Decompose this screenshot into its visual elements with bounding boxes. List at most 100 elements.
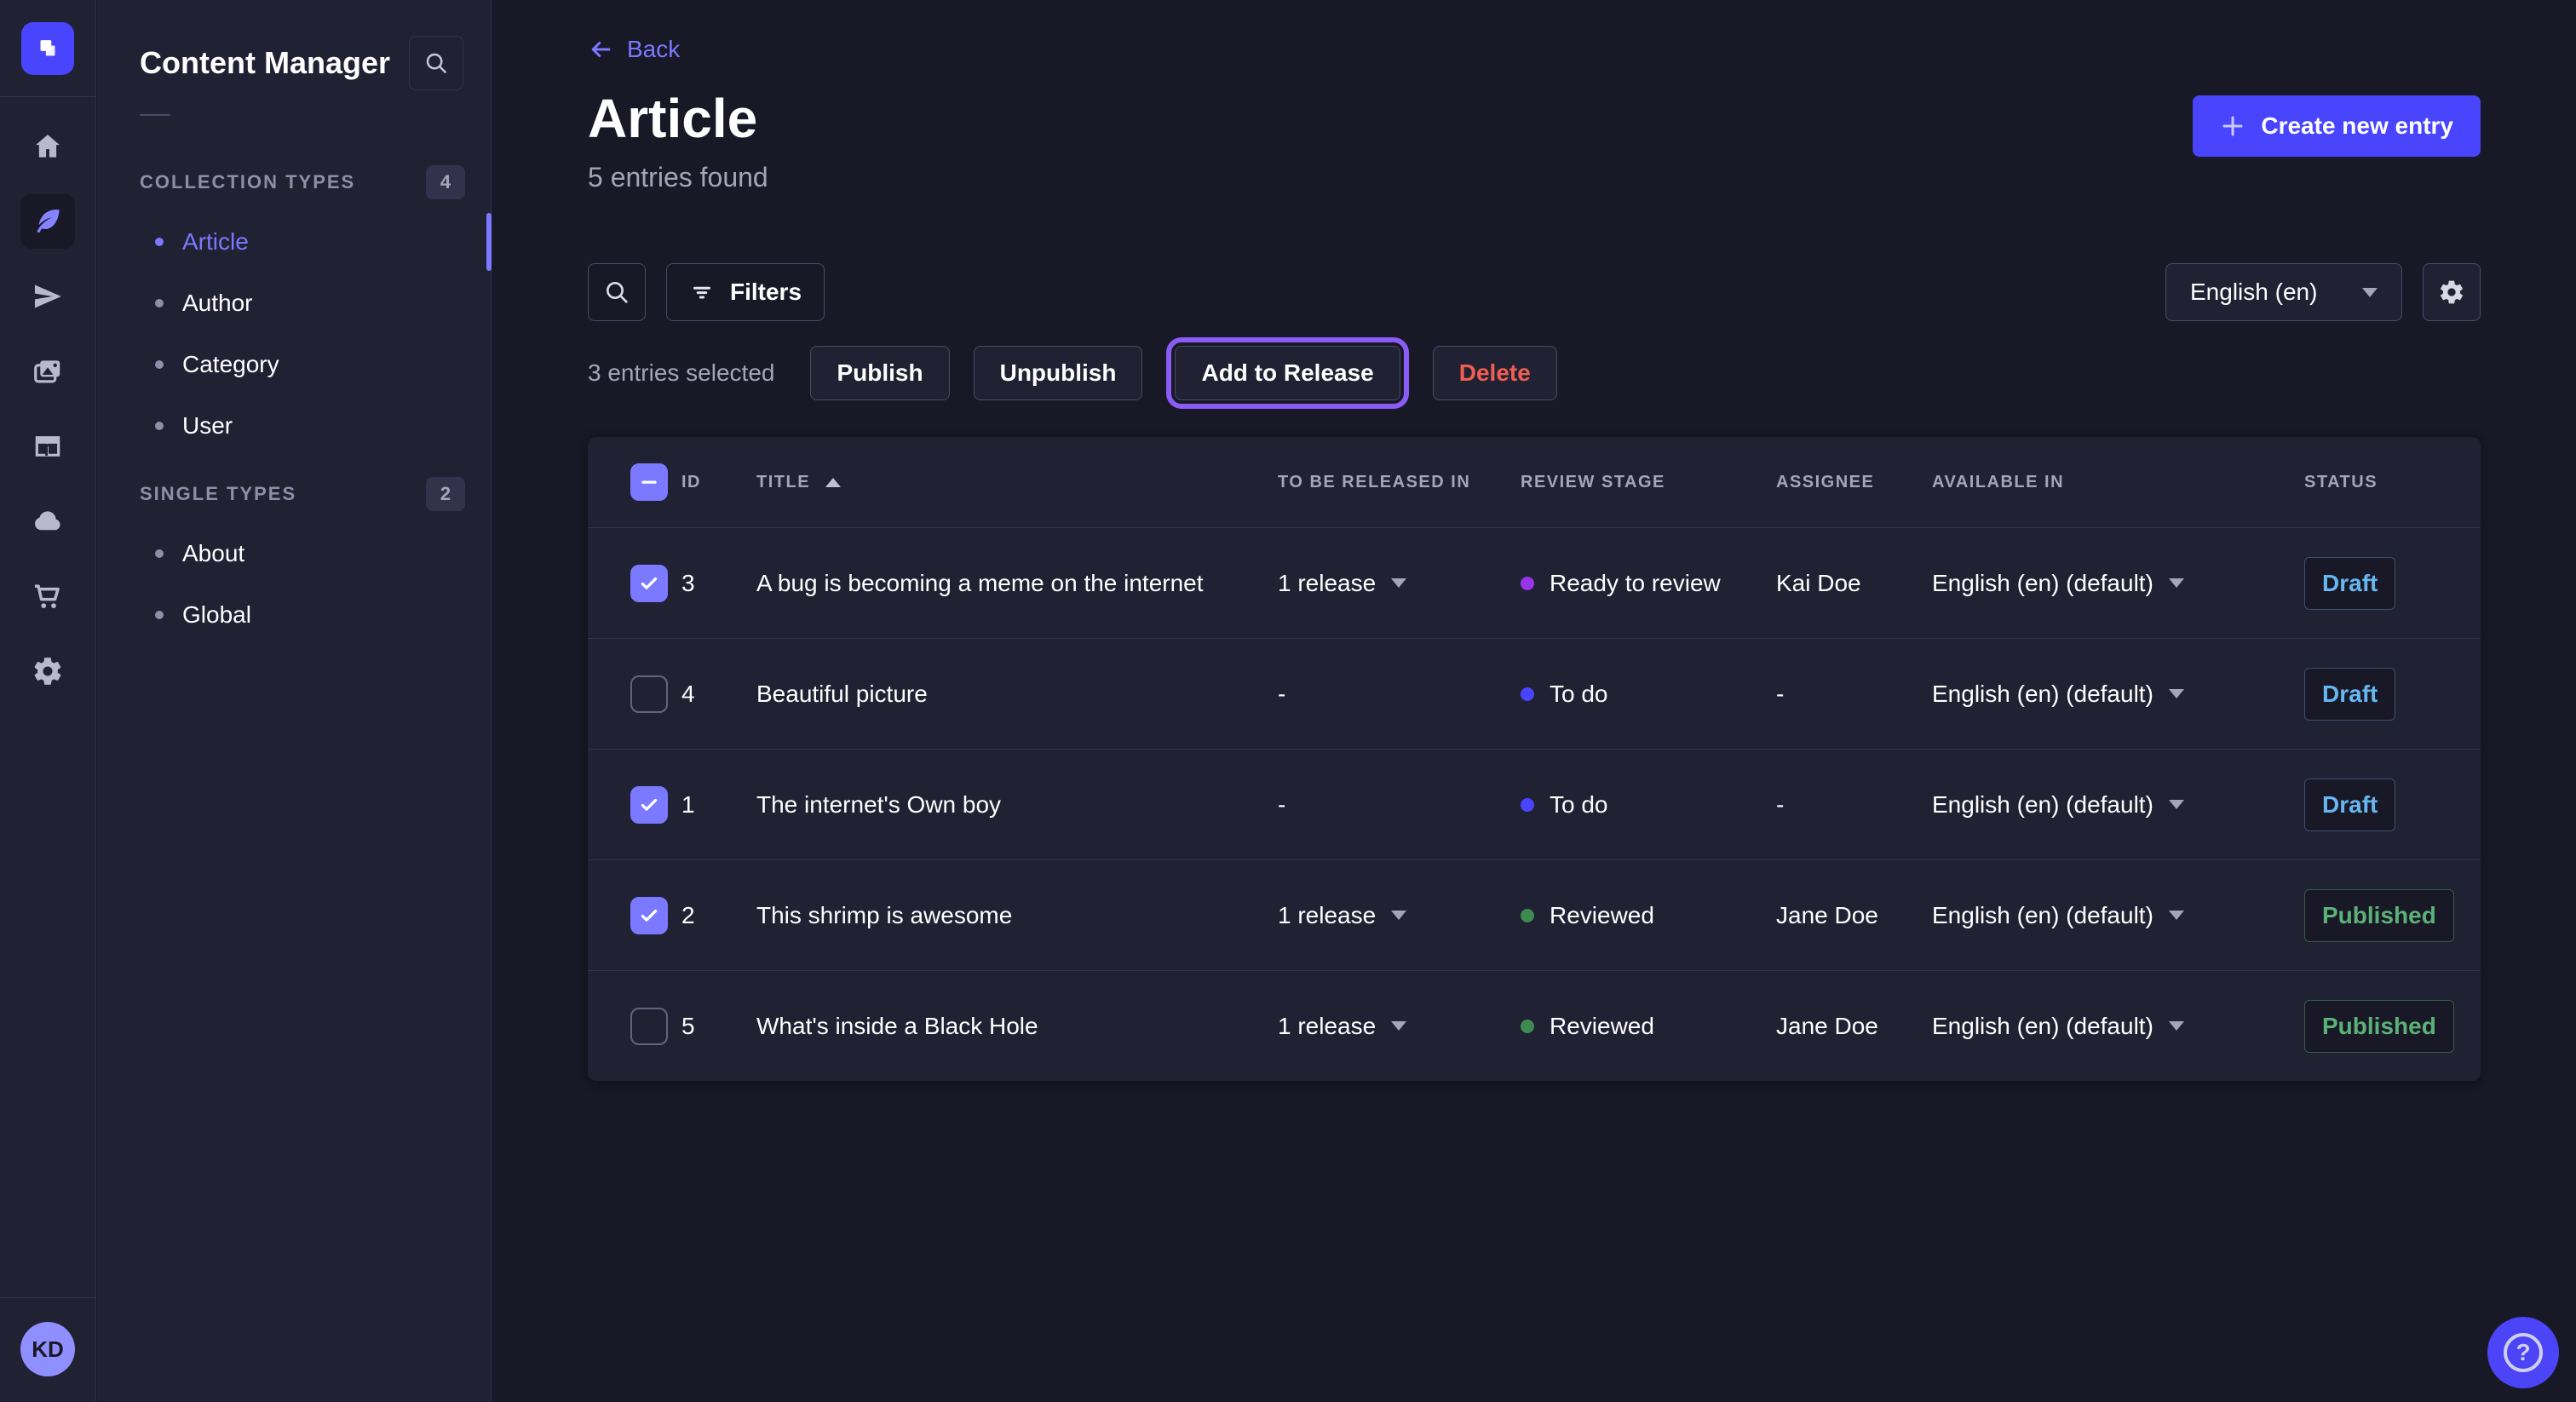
available-value: English (en) (default) [1932,681,2153,708]
cell-review-stage: Reviewed [1521,1013,1776,1040]
back-link[interactable]: Back [588,36,680,63]
cell-assignee: - [1776,791,1932,819]
add-to-release-button[interactable]: Add to Release [1175,346,1400,400]
nav-marketplace-button[interactable] [20,569,75,623]
view-settings-button[interactable] [2423,263,2481,321]
user-avatar[interactable]: KD [20,1322,75,1376]
stage-dot [1521,909,1534,922]
sidebar-item-author[interactable]: Author [97,273,491,334]
cell-locale-dropdown[interactable]: English (en) (default) [1932,791,2304,819]
single-types-section: SINGLE TYPES 2 About Global [97,475,491,646]
cell-assignee: Jane Doe [1776,1013,1932,1040]
cell-title: Beautiful picture [756,681,1278,708]
nav-content-type-builder-button[interactable] [20,419,75,474]
table-row[interactable]: 4 Beautiful picture - To do - English (e… [588,638,2481,749]
nav-home-button[interactable] [20,119,75,174]
cell-review-stage: Ready to review [1521,570,1776,597]
chevron-down-icon [2169,800,2184,809]
check-icon [638,905,660,927]
cell-release: - [1278,791,1521,819]
bullet-icon [155,422,164,430]
active-indicator [486,213,492,271]
cell-title: This shrimp is awesome [756,902,1278,929]
sidebar-item-global[interactable]: Global [97,584,491,646]
nav-cloud-button[interactable] [20,494,75,549]
sidebar-item-user[interactable]: User [97,395,491,457]
column-header-available-in: AVAILABLE IN [1932,473,2304,492]
available-value: English (en) (default) [1932,902,2153,929]
strapi-logo[interactable] [21,22,74,75]
cell-review-stage: To do [1521,791,1776,819]
locale-value: English (en) [2190,279,2317,306]
column-header-id: ID [681,473,756,492]
help-button[interactable]: ? [2487,1317,2559,1388]
nav-media-library-button[interactable] [20,344,75,399]
table-row[interactable]: 5 What's inside a Black Hole 1 release R… [588,970,2481,1081]
cell-id: 1 [681,791,756,819]
stage-dot [1521,577,1534,590]
row-checkbox[interactable] [630,786,668,824]
sort-asc-icon [825,478,841,487]
available-value: English (en) (default) [1932,570,2153,597]
cell-id: 4 [681,681,756,708]
release-value: 1 release [1278,902,1376,929]
entries-selected-label: 3 entries selected [588,359,774,387]
stage-dot [1521,798,1534,812]
column-header-assignee: ASSIGNEE [1776,473,1932,492]
cell-locale-dropdown[interactable]: English (en) (default) [1932,570,2304,597]
cell-id: 5 [681,1013,756,1040]
stage-label: Reviewed [1550,902,1654,929]
cell-locale-dropdown[interactable]: English (en) (default) [1932,681,2304,708]
stage-label: Reviewed [1550,1013,1654,1040]
create-new-entry-label: Create new entry [2261,112,2453,140]
collection-types-section: COLLECTION TYPES 4 Article Author Catego… [97,164,491,457]
table-search-button[interactable] [588,263,646,321]
sidebar-item-label: Article [182,228,249,256]
release-value: 1 release [1278,1013,1376,1040]
column-header-title-sort[interactable]: TITLE [756,473,1278,492]
search-icon [423,50,449,76]
home-icon [32,130,64,163]
column-header-review-stage: REVIEW STAGE [1521,473,1776,492]
row-checkbox[interactable] [630,1008,668,1045]
bullet-icon [155,360,164,369]
cell-title: A bug is becoming a meme on the internet [756,570,1278,597]
bullet-icon [155,611,164,619]
row-checkbox[interactable] [630,565,668,602]
collection-types-label: COLLECTION TYPES [140,171,355,193]
select-all-checkbox[interactable] [630,463,668,501]
publish-button[interactable]: Publish [810,346,949,400]
chevron-down-icon [2362,288,2378,297]
nav-releases-button[interactable] [20,269,75,324]
feather-icon [32,205,64,238]
cell-assignee: - [1776,681,1932,708]
cell-locale-dropdown[interactable]: English (en) (default) [1932,1013,2304,1040]
sidebar-item-about[interactable]: About [97,523,491,584]
status-badge: Draft [2304,779,2395,831]
entries-table: ID TITLE TO BE RELEASED IN REVIEW STAGE … [588,437,2481,1081]
nav-settings-button[interactable] [20,644,75,698]
delete-button[interactable]: Delete [1433,346,1557,400]
row-checkbox[interactable] [630,897,668,934]
chevron-down-icon [1391,578,1406,588]
table-row[interactable]: 3 A bug is becoming a meme on the intern… [588,527,2481,638]
table-row[interactable]: 1 The internet's Own boy - To do - Engli… [588,749,2481,859]
filters-button[interactable]: Filters [666,263,825,321]
minus-icon [638,471,660,493]
subnav-divider [140,114,170,116]
stage-label: To do [1550,791,1608,819]
create-new-entry-button[interactable]: Create new entry [2193,95,2481,157]
cell-release-dropdown[interactable]: 1 release [1278,1013,1521,1040]
rail-divider [0,96,96,97]
unpublish-button[interactable]: Unpublish [974,346,1143,400]
cell-release-dropdown[interactable]: 1 release [1278,570,1521,597]
locale-select[interactable]: English (en) [2165,263,2402,321]
sidebar-item-category[interactable]: Category [97,334,491,395]
subnav-search-button[interactable] [409,36,463,90]
sidebar-item-article[interactable]: Article [97,211,491,273]
cell-release-dropdown[interactable]: 1 release [1278,902,1521,929]
row-checkbox[interactable] [630,675,668,713]
table-row[interactable]: 2 This shrimp is awesome 1 release Revie… [588,859,2481,970]
nav-content-manager-button[interactable] [20,194,75,249]
cell-locale-dropdown[interactable]: English (en) (default) [1932,902,2304,929]
